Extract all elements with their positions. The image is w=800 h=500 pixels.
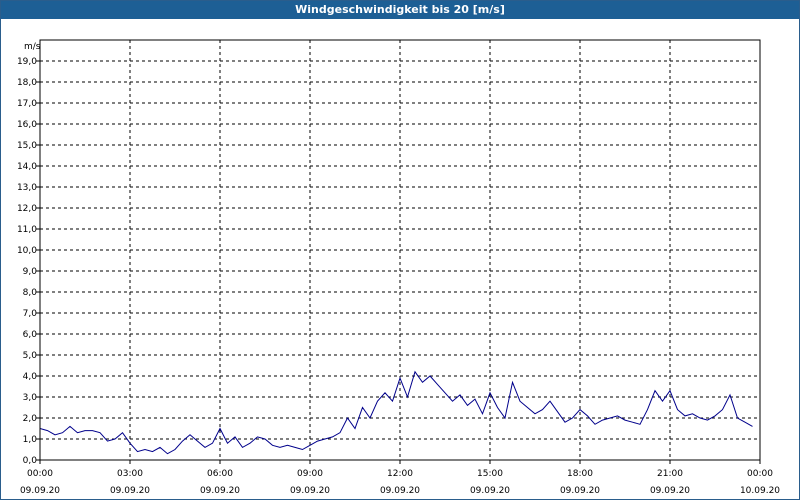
x-tick-date-label: 09.09.20 — [110, 486, 150, 496]
y-tick-label: 14,0 — [17, 162, 37, 172]
y-tick-label: 1,0 — [23, 435, 38, 445]
y-tick-label: 18,0 — [17, 78, 37, 88]
x-tick-date-label: 09.09.20 — [20, 486, 60, 496]
chart-series — [39, 370, 753, 455]
x-tick-date-label: 09.09.20 — [470, 486, 510, 496]
x-tick-date-label: 09.09.20 — [380, 486, 420, 496]
y-tick-label: 11,0 — [17, 225, 37, 235]
x-tick-time-label: 21:00 — [657, 469, 683, 479]
y-tick-label: 2,0 — [23, 414, 38, 424]
x-tick-time-label: 06:00 — [207, 469, 233, 479]
wind-speed-line — [39, 370, 753, 455]
y-tick-label: 13,0 — [17, 183, 37, 193]
x-tick-date-label: 09.09.20 — [200, 486, 240, 496]
y-tick-label: 5,0 — [23, 351, 38, 361]
y-tick-label: 12,0 — [17, 204, 37, 214]
y-tick-label: 6,0 — [23, 330, 38, 340]
y-axis-unit-label: m/s — [24, 42, 41, 52]
y-tick-label: 10,0 — [17, 246, 37, 256]
y-tick-label: 8,0 — [23, 288, 38, 298]
x-tick-time-label: 09:00 — [297, 469, 323, 479]
x-tick-date-label: 09.09.20 — [650, 486, 690, 496]
y-tick-label: 9,0 — [23, 267, 38, 277]
y-tick-label: 19,0 — [17, 57, 37, 67]
y-tick-label: 3,0 — [23, 393, 38, 403]
x-tick-time-label: 00:00 — [747, 469, 773, 479]
x-tick-time-label: 12:00 — [387, 469, 413, 479]
y-tick-label: 16,0 — [17, 120, 37, 130]
x-tick-time-label: 00:00 — [27, 469, 53, 479]
y-axis-ticks: 0,0 1,0 2,0 3,0 4,0 5,0 6,0 7,0 8,0 9,0 10,0 11,0 12… — [17, 57, 40, 466]
x-tick-date-label: 09.09.20 — [290, 486, 330, 496]
x-tick-date-label: 10.09.20 — [740, 486, 780, 496]
x-axis-ticks: 00:00 09.09.20 03:00 09.09.20 06:00 09.09.20 0… — [20, 460, 780, 496]
y-tick-label: 4,0 — [23, 372, 38, 382]
x-tick-date-label: 09.09.20 — [560, 486, 600, 496]
x-tick-time-label: 15:00 — [477, 469, 503, 479]
y-tick-label: 7,0 — [23, 309, 38, 319]
y-tick-label: 17,0 — [17, 99, 37, 109]
y-tick-label: 0,0 — [23, 456, 38, 466]
wind-speed-chart: m/s 0,0 1,0 2,0 3,0 4,0 5,0 6,0 7,0 8,0 9,0 10,0 11… — [17, 39, 780, 496]
y-tick-label: 15,0 — [17, 141, 37, 151]
x-tick-time-label: 03:00 — [117, 469, 143, 479]
x-tick-time-label: 18:00 — [567, 469, 593, 479]
chart-window: Windgeschwindigkeit bis 20 [m/s] m/s 0,0… — [0, 0, 800, 500]
